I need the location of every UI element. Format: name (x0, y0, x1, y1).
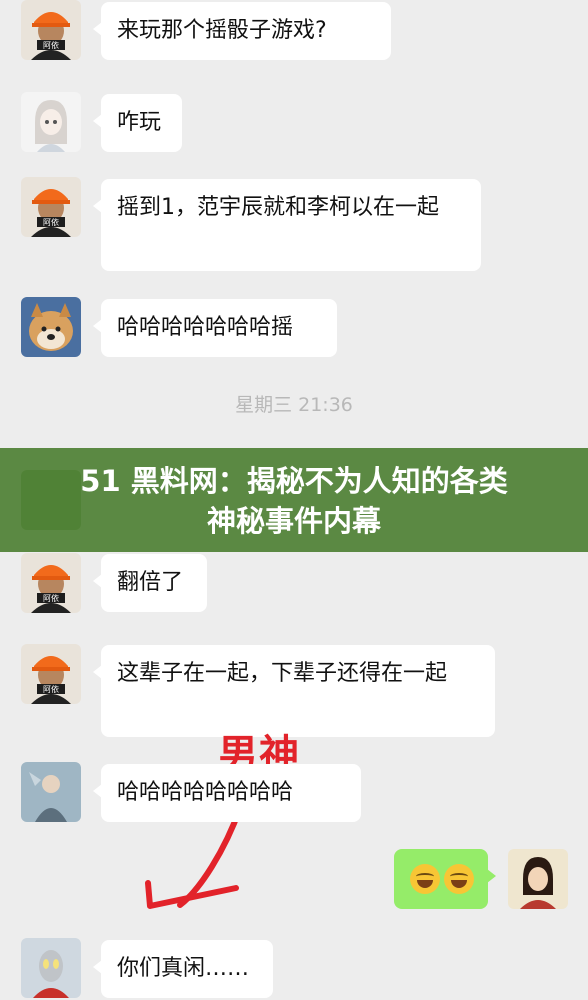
anime-girl-avatar-image (21, 92, 81, 152)
message-text: 你们真闲…… (117, 956, 250, 981)
shiba-dog-avatar-image (21, 297, 81, 357)
avatar-figure[interactable] (21, 762, 81, 822)
ultraman-avatar-image (21, 938, 81, 998)
message-text: 翻倍了 (117, 570, 184, 595)
hardhat-man-avatar-image: 阿依 (21, 644, 81, 704)
avatar-ultraman[interactable] (21, 938, 81, 998)
message-bubble[interactable]: 你们真闲…… (93, 940, 273, 998)
hardhat-man-avatar-image: 阿依 (21, 0, 81, 60)
message-bubble[interactable]: 哈哈哈哈哈哈哈摇 (93, 299, 337, 357)
hardhat-man-avatar-image: 阿依 (21, 177, 81, 237)
message-bubble[interactable]: 咋玩 (93, 94, 182, 152)
avatar-caption: 阿依 (43, 40, 59, 50)
avatar-hardhat-man[interactable]: 阿依 (21, 644, 81, 704)
avatar-hardhat-man[interactable]: 阿依 (21, 0, 81, 60)
message-bubble[interactable]: 摇到1，范宇辰就和李柯以在一起 (93, 179, 481, 271)
message-text: 哈哈哈哈哈哈哈哈 (117, 780, 294, 805)
avatar-self[interactable] (508, 849, 568, 909)
avatar-caption: 阿依 (43, 684, 59, 694)
self-avatar-image (508, 849, 568, 909)
avatar-hardhat-man[interactable]: 阿依 (21, 177, 81, 237)
message-text: 摇到1，范宇辰就和李柯以在一起 (117, 195, 439, 220)
avatar-hardhat-man[interactable]: 阿依 (21, 553, 81, 613)
banner-line-1: 51 黑料网：揭秘不为人知的各类 (80, 464, 508, 498)
figure-avatar-image (21, 762, 81, 822)
chat-timestamp: 星期三 21:36 (235, 394, 353, 416)
message-bubble[interactable]: 来玩那个摇骰子游戏? (93, 2, 391, 60)
hardhat-man-avatar-image: 阿依 (21, 553, 81, 613)
message-text: 来玩那个摇骰子游戏? (117, 18, 327, 43)
banner-line-2: 神秘事件内幕 (206, 504, 381, 538)
message-text: 这辈子在一起，下辈子还得在一起 (117, 661, 448, 686)
avatar-caption: 阿依 (43, 593, 59, 603)
message-bubble[interactable]: 哈哈哈哈哈哈哈哈 (93, 764, 361, 822)
message-bubble-self[interactable]: 😂😂 (394, 849, 496, 909)
laughing-tears-emoji-icon (444, 864, 474, 894)
title-banner: 51 黑料网：揭秘不为人知的各类 神秘事件内幕 (0, 448, 588, 552)
avatar-caption: 阿依 (43, 217, 59, 227)
laughing-tears-emoji-icon (410, 864, 440, 894)
message-text: 咋玩 (117, 110, 162, 135)
avatar-shiba-dog[interactable] (21, 297, 81, 357)
message-bubble[interactable]: 翻倍了 (93, 554, 207, 612)
message-text: 哈哈哈哈哈哈哈摇 (117, 315, 294, 340)
avatar-anime-girl[interactable] (21, 92, 81, 152)
